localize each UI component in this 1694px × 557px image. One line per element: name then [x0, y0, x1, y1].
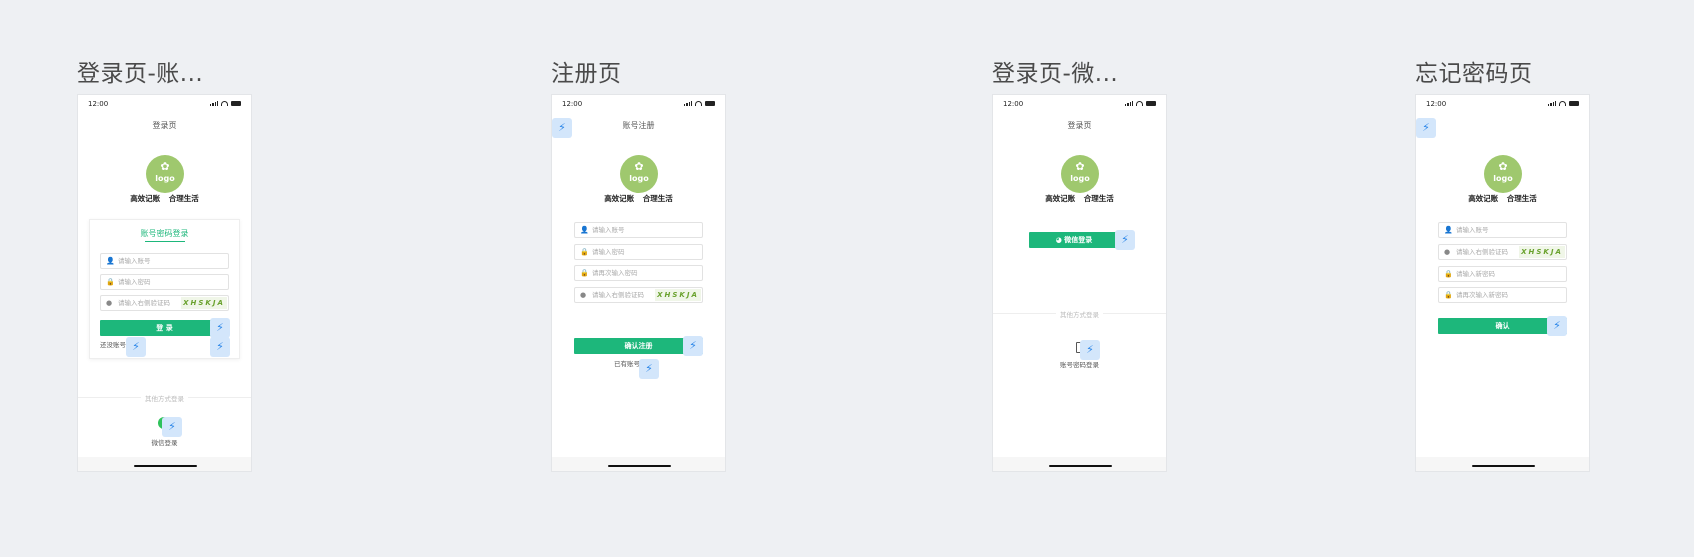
phone-forgot-password: 12:00 ⚡ ✿ logo 高效记账 合理生活 👤 请输入账号 ● 请输入右侧验证码…	[1415, 94, 1590, 472]
status-time: 12:00	[88, 100, 109, 108]
shield-icon: ●	[580, 291, 587, 299]
battery-icon	[231, 101, 241, 106]
bolt-icon[interactable]: ⚡	[162, 417, 182, 437]
captcha-image[interactable]: XHSKJA	[655, 289, 701, 301]
captcha-image[interactable]: XHSKJA	[1519, 246, 1565, 258]
board-title-login-wechat: 登录页-微...	[992, 61, 1119, 87]
bolt-icon[interactable]: ⚡	[1115, 230, 1135, 250]
shield-icon: ●	[106, 299, 113, 307]
other-login-label: 其他方式登录	[78, 393, 251, 403]
account-login-label[interactable]: 账号密码登录	[993, 359, 1166, 369]
captcha-input[interactable]: ● 请输入右侧验证码 XHSKJA	[1438, 244, 1567, 260]
bolt-icon[interactable]: ⚡	[210, 318, 230, 338]
flower-icon: ✿	[634, 160, 644, 173]
wechat-icon: ◕	[1055, 236, 1065, 244]
lock-icon: 🔒	[106, 278, 115, 286]
signal-icon	[1548, 101, 1556, 106]
user-icon: 👤	[1444, 226, 1453, 234]
signal-icon	[210, 101, 218, 106]
status-bar: 12:00	[88, 100, 241, 110]
nav-title: 账号注册	[622, 121, 655, 130]
bolt-icon[interactable]: ⚡	[1547, 316, 1567, 336]
nav-title: 登录页	[152, 121, 177, 130]
slogan: 高效记账 合理生活	[1045, 194, 1114, 203]
bolt-icon[interactable]: ⚡	[683, 336, 703, 356]
account-input[interactable]: 👤 请输入账号	[1438, 222, 1567, 238]
bolt-icon[interactable]: ⚡	[1416, 118, 1436, 138]
account-input[interactable]: 👤 请输入账号	[100, 253, 229, 269]
slogan: 高效记账 合理生活	[1468, 194, 1537, 203]
password-input[interactable]: 🔒 请输入密码	[574, 244, 703, 260]
confirm-password-input[interactable]: 🔒 请再次输入新密码	[1438, 287, 1567, 303]
app-logo: ✿ logo	[146, 155, 184, 193]
lock-icon: 🔒	[580, 248, 589, 256]
status-bar: 12:00	[1003, 100, 1156, 110]
phone-login-wechat: 12:00 登录页 ✿ logo 高效记账 合理生活 ◕ 微信登录 ⚡ 其他方式登…	[992, 94, 1167, 472]
home-indicator	[993, 457, 1166, 471]
lock-icon: 🔒	[1444, 270, 1453, 278]
password-input[interactable]: 🔒 请输入密码	[100, 274, 229, 290]
battery-icon	[705, 101, 715, 106]
tab-underline	[145, 241, 185, 242]
flower-icon: ✿	[160, 160, 170, 173]
nav-title: 登录页	[1067, 121, 1092, 130]
bolt-icon[interactable]: ⚡	[639, 359, 659, 379]
slogan: 高效记账 合理生活	[604, 194, 673, 203]
shield-icon: ●	[1444, 248, 1451, 256]
signal-icon	[1125, 101, 1133, 106]
login-card: 账号密码登录 👤 请输入账号 🔒 请输入密码 ● 请输入右侧验证码 XHSKJA 登 录…	[89, 219, 240, 359]
app-logo: ✿ logo	[1484, 155, 1522, 193]
status-bar: 12:00	[562, 100, 715, 110]
captcha-input[interactable]: ● 请输入右侧验证码 XHSKJA	[100, 295, 229, 311]
bolt-icon[interactable]: ⚡	[126, 337, 146, 357]
phone-register: 12:00 ⚡ 账号注册 ✿ logo 高效记账 合理生活 👤 请输入账号 🔒 请输入…	[551, 94, 726, 472]
status-time: 12:00	[562, 100, 583, 108]
app-logo: ✿ logo	[620, 155, 658, 193]
user-icon: 👤	[106, 257, 115, 265]
wifi-icon	[695, 101, 702, 106]
captcha-input[interactable]: ● 请输入右侧验证码 XHSKJA	[574, 287, 703, 303]
wifi-icon	[221, 101, 228, 106]
captcha-image[interactable]: XHSKJA	[181, 297, 227, 309]
bolt-icon[interactable]: ⚡	[210, 337, 230, 357]
phone-login-account: 12:00 登录页 ✿ logo 高效记账 合理生活 账号密码登录 👤 请输入账号 …	[77, 94, 252, 472]
slogan: 高效记账 合理生活	[130, 194, 199, 203]
board-title-forgot: 忘记密码页	[1415, 61, 1533, 87]
status-time: 12:00	[1003, 100, 1024, 108]
lock-icon: 🔒	[580, 269, 589, 277]
wifi-icon	[1136, 101, 1143, 106]
new-password-input[interactable]: 🔒 请输入新密码	[1438, 266, 1567, 282]
flower-icon: ✿	[1498, 160, 1508, 173]
bolt-icon[interactable]: ⚡	[1080, 340, 1100, 360]
confirm-password-input[interactable]: 🔒 请再次输入密码	[574, 265, 703, 281]
battery-icon	[1569, 101, 1579, 106]
board-title-login-account: 登录页-账...	[77, 61, 204, 87]
status-time: 12:00	[1426, 100, 1447, 108]
status-bar: 12:00	[1426, 100, 1579, 110]
home-indicator	[552, 457, 725, 471]
home-indicator	[78, 457, 251, 471]
home-indicator	[1416, 457, 1589, 471]
flower-icon: ✿	[1075, 160, 1085, 173]
lock-icon: 🔒	[1444, 291, 1453, 299]
account-input[interactable]: 👤 请输入账号	[574, 222, 703, 238]
wifi-icon	[1559, 101, 1566, 106]
user-icon: 👤	[580, 226, 589, 234]
wechat-login-button[interactable]: ◕ 微信登录	[1029, 232, 1119, 248]
board-title-register: 注册页	[551, 61, 622, 87]
signal-icon	[684, 101, 692, 106]
other-login-label: 其他方式登录	[993, 309, 1166, 319]
wechat-login-label[interactable]: 微信登录	[78, 437, 251, 447]
battery-icon	[1146, 101, 1156, 106]
tab-account-login[interactable]: 账号密码登录	[90, 228, 239, 239]
app-logo: ✿ logo	[1061, 155, 1099, 193]
